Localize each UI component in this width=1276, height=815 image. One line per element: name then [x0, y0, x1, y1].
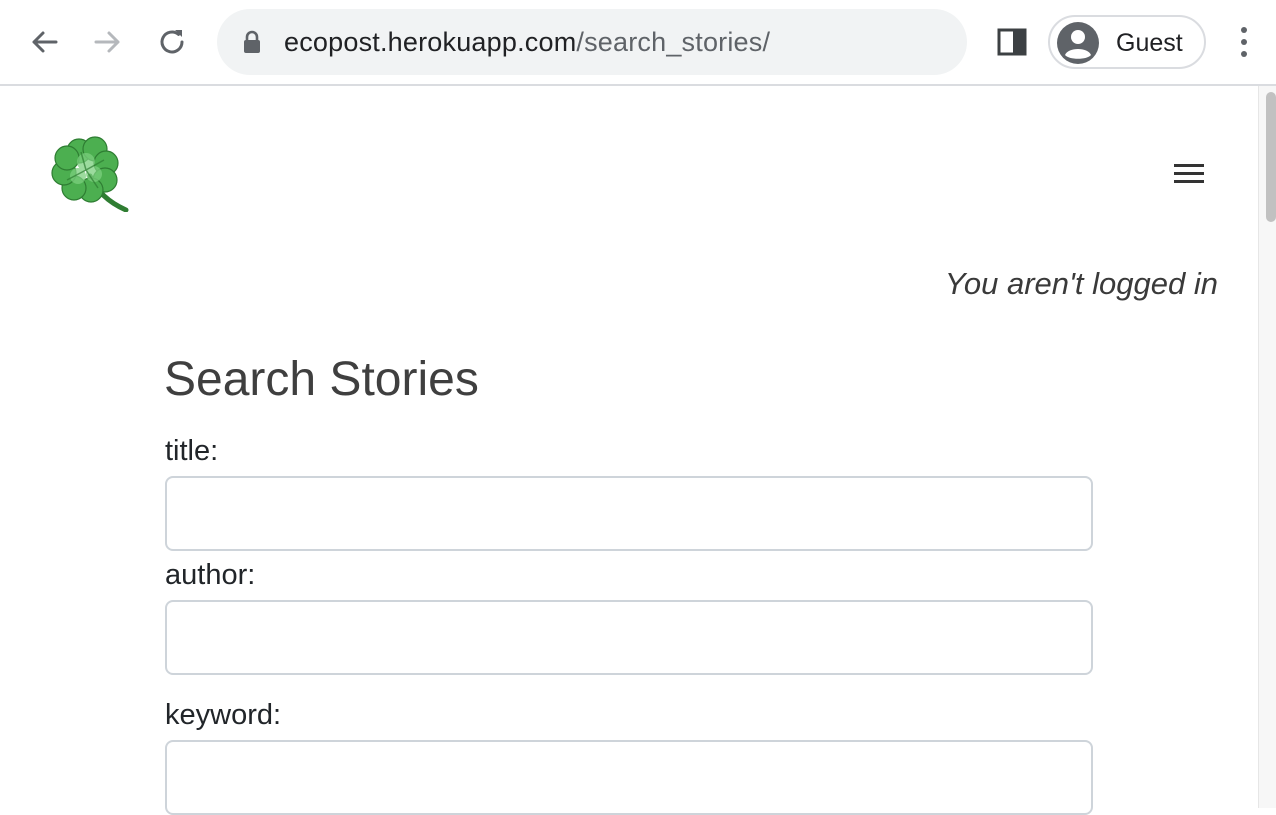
- author-label: author:: [165, 559, 256, 591]
- address-bar[interactable]: ecopost.herokuapp.com/search_stories/: [217, 9, 967, 75]
- hamburger-menu-icon-line-middle: [1174, 172, 1204, 175]
- profile-name: Guest: [1116, 29, 1183, 57]
- scrollbar-thumb[interactable]: [1266, 92, 1276, 222]
- url-domain: ecopost.herokuapp.com: [284, 27, 577, 57]
- four-leaf-clover-icon[interactable]: [50, 132, 130, 212]
- page-title: Search Stories: [164, 353, 479, 406]
- login-status: You aren't logged in: [944, 266, 1218, 301]
- keyword-label: keyword:: [165, 699, 282, 731]
- title-input[interactable]: [165, 476, 1093, 551]
- hamburger-menu-icon-line-top: [1174, 164, 1204, 167]
- side-panel-icon[interactable]: [996, 26, 1028, 58]
- back-arrow-icon: [32, 31, 58, 53]
- url-path: /search_stories/: [576, 27, 771, 57]
- url-text[interactable]: ecopost.herokuapp.com/search_stories/: [284, 27, 770, 57]
- title-label: title:: [165, 435, 219, 467]
- author-input[interactable]: [165, 600, 1093, 675]
- hamburger-menu-button[interactable]: [1172, 160, 1208, 188]
- hamburger-menu-icon-line-bottom: [1174, 180, 1204, 183]
- reload-icon: [160, 30, 184, 54]
- forward-button[interactable]: [88, 22, 128, 62]
- back-button[interactable]: [24, 22, 64, 62]
- profile-button[interactable]: Guest: [1048, 15, 1206, 69]
- browser-toolbar: ecopost.herokuapp.com/search_stories/ Gu…: [0, 0, 1276, 86]
- lock-icon[interactable]: [241, 30, 263, 54]
- forward-arrow-icon: [94, 31, 120, 53]
- keyword-input[interactable]: [165, 740, 1093, 815]
- more-vert-icon[interactable]: [1230, 24, 1258, 60]
- account-circle-icon: [1057, 22, 1099, 64]
- reload-button[interactable]: [152, 22, 192, 62]
